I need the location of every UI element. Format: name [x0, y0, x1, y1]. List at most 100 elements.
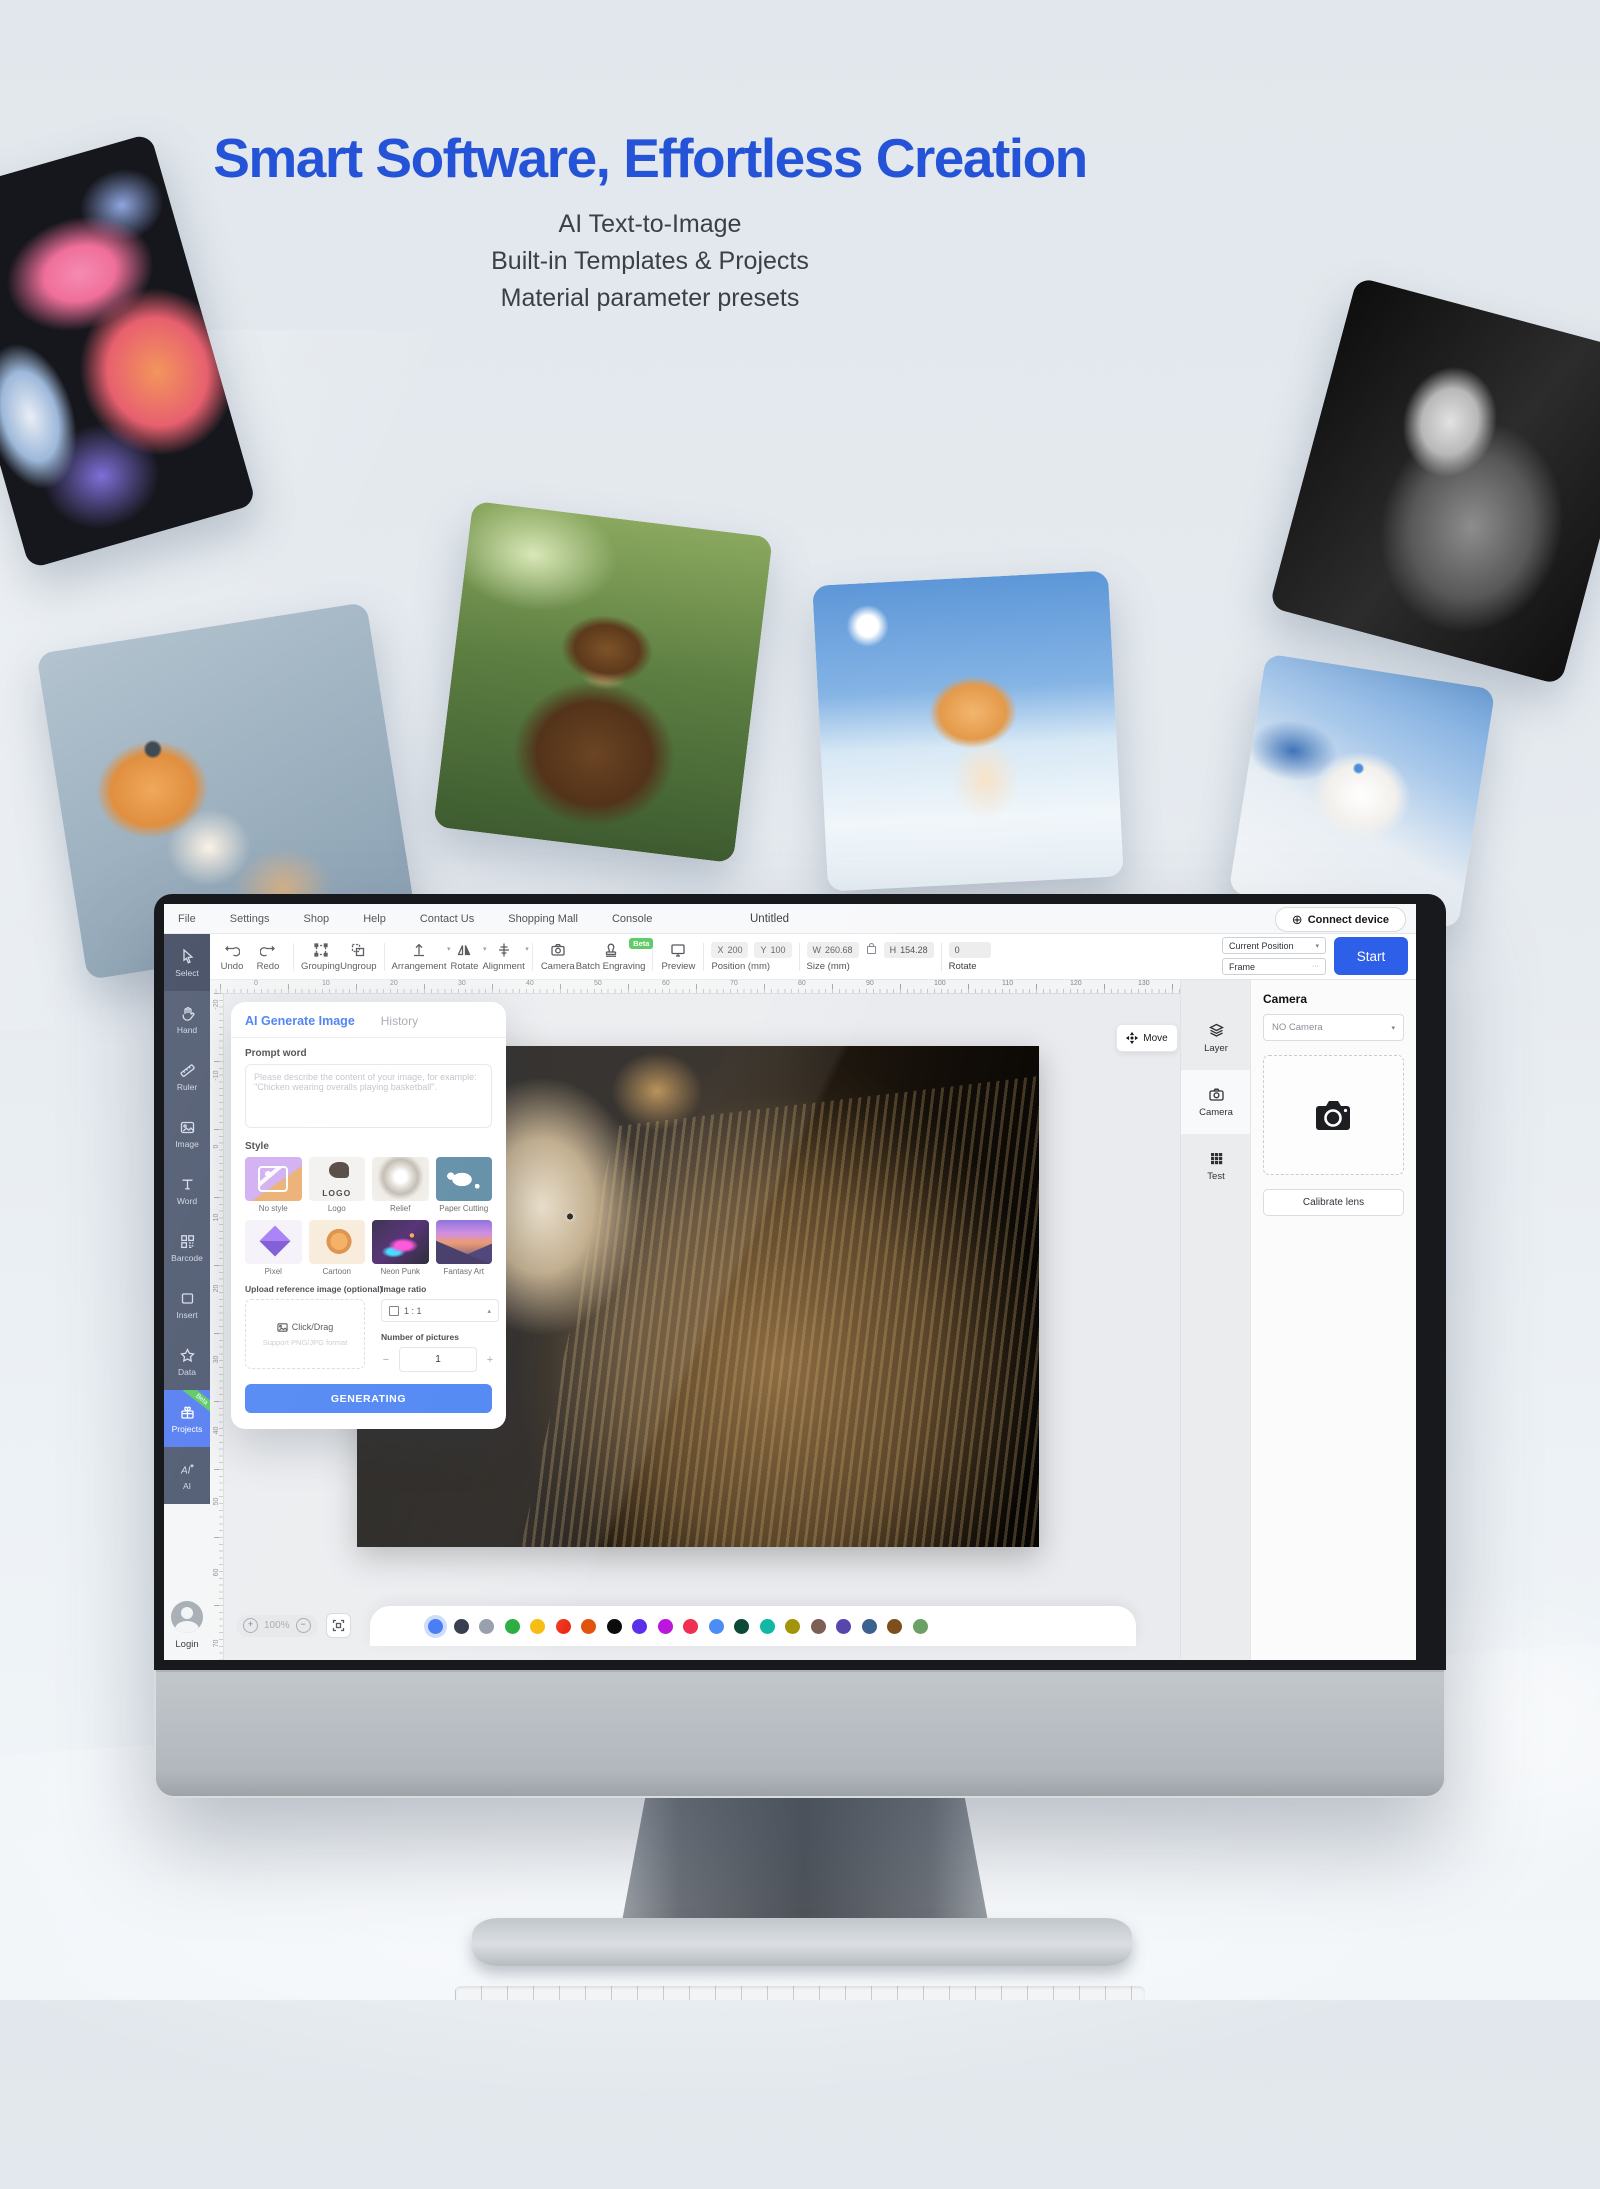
sidebar-item-barcode[interactable]: Barcode: [164, 1219, 210, 1276]
generating-button[interactable]: GENERATING: [245, 1384, 492, 1413]
upload-dropzone[interactable]: Click/Drag Support PNG/JPG format: [245, 1299, 365, 1369]
palette-color[interactable]: [785, 1619, 800, 1634]
avatar: [171, 1601, 203, 1633]
move-icon: [1126, 1032, 1138, 1044]
connect-device-button[interactable]: ⊕ Connect device: [1275, 907, 1406, 932]
frame-button[interactable]: Frame ···: [1222, 958, 1326, 975]
menu-shop[interactable]: Shop: [303, 913, 329, 925]
start-button[interactable]: Start: [1334, 937, 1408, 975]
fit-view-button[interactable]: [326, 1613, 351, 1638]
palette-color[interactable]: [658, 1619, 673, 1634]
menu-settings[interactable]: Settings: [230, 913, 270, 925]
sidebar-item-word[interactable]: Word: [164, 1162, 210, 1219]
tab-camera[interactable]: Camera: [1181, 1070, 1251, 1134]
camera-tool-button[interactable]: Camera: [540, 942, 576, 972]
alignment-button[interactable]: ▾ Alignment: [482, 942, 524, 972]
palette-color[interactable]: [709, 1619, 724, 1634]
zoom-in-button[interactable]: +: [243, 1618, 258, 1633]
rotate-tool-button[interactable]: ▾ Rotate: [446, 942, 482, 972]
menu-console[interactable]: Console: [612, 913, 652, 925]
style-thumbnail: [245, 1157, 302, 1201]
preview-button[interactable]: Preview: [660, 942, 696, 972]
palette-color[interactable]: [632, 1619, 647, 1634]
palette-color[interactable]: [607, 1619, 622, 1634]
arrangement-button[interactable]: ▾ Arrangement: [392, 942, 447, 972]
palette-color[interactable]: [556, 1619, 571, 1634]
palette-color[interactable]: [862, 1619, 877, 1634]
x-value: 200: [727, 945, 742, 955]
ruler-tick-label: 120: [1070, 980, 1082, 987]
sidebar-item-ruler[interactable]: Ruler: [164, 1048, 210, 1105]
style-tile-fantasy-art[interactable]: Fantasy Art: [436, 1220, 493, 1276]
palette-color[interactable]: [454, 1619, 469, 1634]
style-tile-logo[interactable]: LOGOLogo: [309, 1157, 366, 1213]
palette-color[interactable]: [760, 1619, 775, 1634]
tab-label: Layer: [1204, 1043, 1228, 1054]
position-y-field[interactable]: Y 100: [754, 942, 791, 958]
palette-color[interactable]: [811, 1619, 826, 1634]
rotate-field[interactable]: 0: [949, 942, 991, 958]
palette-color[interactable]: [530, 1619, 545, 1634]
palette-color[interactable]: [428, 1619, 443, 1634]
style-tile-label: Neon Punk: [380, 1267, 420, 1276]
batch-engraving-button[interactable]: Beta Batch Engraving: [576, 942, 646, 972]
position-mode-select[interactable]: Current Position ▾: [1222, 937, 1326, 954]
sidebar-item-data[interactable]: Data: [164, 1333, 210, 1390]
style-tile-paper-cutting[interactable]: Paper Cutting: [436, 1157, 493, 1213]
palette-color[interactable]: [836, 1619, 851, 1634]
palette-color[interactable]: [683, 1619, 698, 1634]
sidebar-item-select[interactable]: Select: [164, 934, 210, 991]
lock-icon[interactable]: [867, 946, 876, 954]
svg-text:AI: AI: [180, 1465, 191, 1476]
sidebar-item-ai[interactable]: AI AI: [164, 1447, 210, 1504]
ruler-tick-label: -20: [213, 998, 220, 1011]
palette-color[interactable]: [734, 1619, 749, 1634]
sidebar-item-insert[interactable]: Insert: [164, 1276, 210, 1333]
undo-button[interactable]: Undo: [214, 942, 250, 972]
upload-label: Upload reference image (optional): [245, 1284, 367, 1294]
palette-color[interactable]: [913, 1619, 928, 1634]
style-tile-neon-punk[interactable]: Neon Punk: [372, 1220, 429, 1276]
calibrate-lens-button[interactable]: Calibrate lens: [1263, 1189, 1404, 1216]
ungroup-button[interactable]: Ungroup: [340, 942, 376, 972]
menu-shopping-mall[interactable]: Shopping Mall: [508, 913, 578, 925]
canvas-workspace[interactable]: 0102030405060708090100110120130 -20-1001…: [210, 980, 1180, 1660]
increment-button[interactable]: +: [485, 1354, 495, 1366]
menu-help[interactable]: Help: [363, 913, 386, 925]
style-tile-cartoon[interactable]: Cartoon: [309, 1220, 366, 1276]
image-ratio-select[interactable]: 1 : 1 ▴: [381, 1299, 499, 1322]
position-group: X 200 Y 100 Position (mm): [711, 942, 791, 972]
style-tile-pixel[interactable]: Pixel: [245, 1220, 302, 1276]
sidebar-item-projects[interactable]: Beta Projects: [164, 1390, 210, 1447]
options-column: Image ratio 1 : 1 ▴ Number of pictures −…: [381, 1284, 499, 1372]
size-h-field[interactable]: H 154.28: [884, 942, 934, 958]
subtitle-line: Material parameter presets: [160, 280, 1140, 317]
move-button[interactable]: Move: [1116, 1024, 1178, 1052]
tab-ai-generate-image[interactable]: AI Generate Image: [245, 1014, 355, 1028]
tab-layer[interactable]: Layer: [1181, 1006, 1251, 1070]
palette-color[interactable]: [887, 1619, 902, 1634]
sidebar-label: Hand: [177, 1025, 197, 1035]
decrement-button[interactable]: −: [381, 1354, 391, 1366]
tab-test[interactable]: Test: [1181, 1134, 1251, 1198]
toolbar: Undo Redo Grouping Ung: [210, 934, 1416, 980]
size-w-field[interactable]: W 260.68: [807, 942, 859, 958]
style-tile-no-style[interactable]: No style: [245, 1157, 302, 1213]
grouping-button[interactable]: Grouping: [301, 942, 340, 972]
palette-color[interactable]: [505, 1619, 520, 1634]
camera-select[interactable]: NO Camera ▾: [1263, 1014, 1404, 1041]
sidebar-item-hand[interactable]: Hand: [164, 991, 210, 1048]
position-x-field[interactable]: X 200: [711, 942, 748, 958]
palette-color[interactable]: [479, 1619, 494, 1634]
zoom-out-button[interactable]: −: [296, 1618, 311, 1633]
tab-history[interactable]: History: [381, 1014, 418, 1028]
count-value-field[interactable]: 1: [399, 1347, 477, 1372]
menu-contact-us[interactable]: Contact Us: [420, 913, 474, 925]
menu-file[interactable]: File: [178, 913, 196, 925]
prompt-input[interactable]: [245, 1064, 492, 1128]
sidebar-item-image[interactable]: Image: [164, 1105, 210, 1162]
palette-color[interactable]: [581, 1619, 596, 1634]
login-area[interactable]: Login: [164, 1504, 210, 1660]
style-tile-relief[interactable]: Relief: [372, 1157, 429, 1213]
redo-button[interactable]: Redo: [250, 942, 286, 972]
